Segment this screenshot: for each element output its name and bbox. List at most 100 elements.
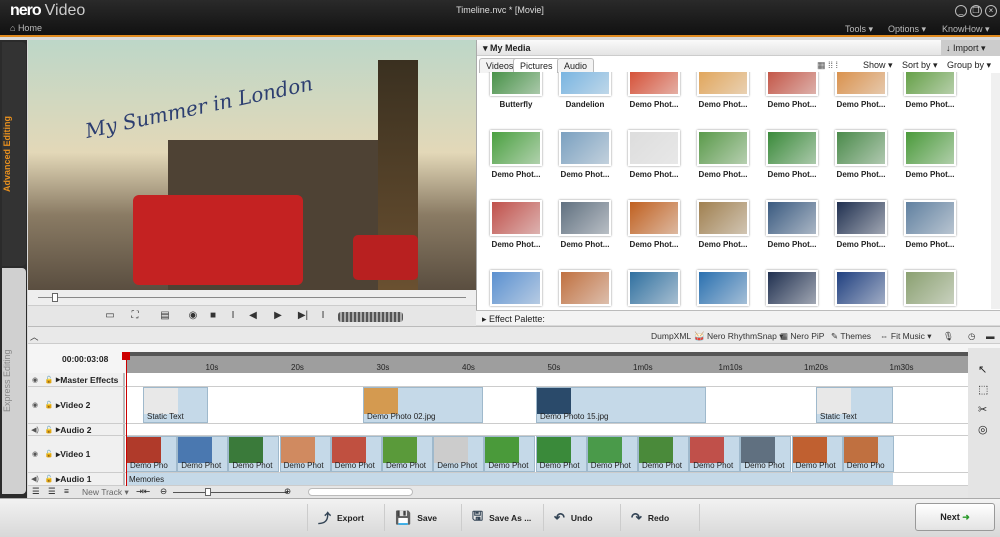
lock-icon[interactable]: 🔓 <box>42 401 56 409</box>
video-clip[interactable]: Demo Phot <box>740 436 791 472</box>
play-icon[interactable]: ▶ <box>271 310 285 324</box>
media-item[interactable]: Demo Phot... <box>551 200 619 270</box>
import-button[interactable]: ↓ Import ▾ <box>941 40 1000 56</box>
effect-palette-bar[interactable]: ▸ Effect Palette: <box>476 310 1000 325</box>
media-item[interactable]: Butterfly <box>482 72 550 130</box>
speaker-icon[interactable]: ◀) <box>28 426 42 434</box>
next-button[interactable]: Next ➜ <box>915 503 995 531</box>
video-clip[interactable]: Demo Photo 02.jpg <box>363 387 483 423</box>
dumpxml-button[interactable]: DumpXML <box>651 331 691 341</box>
mark-in-icon[interactable]: I <box>226 310 240 324</box>
close-icon[interactable]: × <box>985 5 997 17</box>
video-clip[interactable]: Demo Phot <box>280 436 331 472</box>
zoom-out-icon[interactable]: ⊖ <box>160 486 167 497</box>
playhead[interactable] <box>126 352 127 497</box>
tab-audio[interactable]: Audio <box>557 58 594 73</box>
video-clip[interactable]: Demo Phot <box>382 436 433 472</box>
microphone-icon[interactable]: 🎙 <box>943 331 954 342</box>
media-scrollbar[interactable] <box>991 73 1000 309</box>
video-clip[interactable]: Demo Phot <box>587 436 638 472</box>
next-frame-icon[interactable]: ▶| <box>296 310 310 324</box>
prev-frame-icon[interactable]: ◀ <box>246 310 260 324</box>
video-clip[interactable]: Demo Phot <box>792 436 843 472</box>
display-mode-icon[interactable]: ▭ <box>103 310 117 324</box>
zoom-slider[interactable] <box>173 492 288 493</box>
speaker-icon[interactable]: ◀) <box>28 475 42 483</box>
audio-clip[interactable]: Memories <box>126 473 893 485</box>
media-item[interactable]: Demo Phot... <box>482 200 550 270</box>
stop-icon[interactable]: ■ <box>206 310 220 324</box>
lock-icon[interactable]: 🔓 <box>42 376 56 384</box>
rhythmsnap-button[interactable]: 🥁 Nero RhythmSnap ▾ <box>694 331 784 342</box>
menu-tools[interactable]: Tools ▾ <box>845 24 873 35</box>
menu-options[interactable]: Options ▾ <box>888 24 926 35</box>
magnet-icon[interactable]: ◎ <box>978 423 988 436</box>
video-clip[interactable]: Demo Phot <box>331 436 382 472</box>
video-clip[interactable]: Demo Phot <box>228 436 279 472</box>
video-clip[interactable]: Demo Pho <box>843 436 894 472</box>
marquee-tool-icon[interactable]: ⬚ <box>978 383 988 396</box>
save-button[interactable]: 💾Save <box>384 504 461 531</box>
media-item[interactable]: Demo Phot... <box>758 72 826 130</box>
lock-icon[interactable]: 🔓 <box>42 426 56 434</box>
zoom-in-icon[interactable]: ⊕ <box>284 486 291 497</box>
media-item[interactable]: Demo Phot... <box>689 72 757 130</box>
preview-scrubber[interactable] <box>28 290 476 305</box>
video-clip[interactable]: Demo Phot <box>433 436 484 472</box>
redo-button[interactable]: ↷Redo <box>620 504 700 531</box>
tab-pictures[interactable]: Pictures <box>513 58 560 73</box>
jog-wheel[interactable] <box>338 312 403 322</box>
group-by-dropdown[interactable]: Group by ▾ <box>947 60 991 71</box>
minimize-icon[interactable]: _ <box>955 5 967 17</box>
scissors-icon[interactable]: ✂ <box>978 403 987 416</box>
media-item[interactable] <box>827 270 895 308</box>
timeline-scrollbar[interactable] <box>308 488 413 496</box>
track-size-small-icon[interactable]: ≡ <box>64 486 69 496</box>
show-dropdown[interactable]: Show ▾ <box>863 60 893 71</box>
media-item[interactable]: Demo Phot... <box>896 130 964 200</box>
camera-icon[interactable]: ▬ <box>986 331 995 341</box>
media-item[interactable] <box>551 270 619 308</box>
lock-icon[interactable]: 🔓 <box>42 450 56 458</box>
fit-music-button[interactable]: ⇔ Fit Music ▾ <box>880 331 932 342</box>
fullscreen-icon[interactable]: ⛶ <box>128 310 142 324</box>
menu-knowhow[interactable]: KnowHow ▾ <box>942 24 990 35</box>
media-item[interactable]: Demo Phot... <box>482 130 550 200</box>
video-preview[interactable]: My Summer in London <box>28 40 476 290</box>
media-item[interactable]: Demo Phot... <box>896 72 964 130</box>
snapshot-icon[interactable]: ◉ <box>186 310 200 324</box>
visibility-icon[interactable]: ◉ <box>28 401 42 409</box>
home-link[interactable]: ⌂ Home <box>10 23 42 33</box>
media-item[interactable]: Demo Phot... <box>620 200 688 270</box>
media-item[interactable]: Demo Phot... <box>689 200 757 270</box>
video-clip[interactable]: Demo Phot <box>689 436 740 472</box>
media-item[interactable]: Demo Phot... <box>827 72 895 130</box>
tab-advanced-editing[interactable]: Advanced Editing <box>2 42 26 266</box>
lock-icon[interactable]: 🔓 <box>42 475 56 483</box>
themes-button[interactable]: ✎ Themes <box>831 331 871 342</box>
video-clip[interactable]: Demo Pho <box>126 436 177 472</box>
media-item[interactable] <box>896 270 964 308</box>
track-size-large-icon[interactable]: ☰ <box>32 486 40 497</box>
media-item[interactable]: Demo Phot... <box>758 130 826 200</box>
media-item[interactable]: Demo Phot... <box>758 200 826 270</box>
scrubber-handle[interactable] <box>52 293 58 302</box>
fit-timeline-icon[interactable]: ⇥⇤ <box>136 486 150 497</box>
mark-out-icon[interactable]: I <box>316 310 330 324</box>
video-clip[interactable]: Demo Phot <box>536 436 587 472</box>
save-as-button[interactable]: 🖫Save As ... <box>461 504 543 531</box>
aspect-icon[interactable]: ▤ <box>158 310 172 324</box>
video-clip[interactable]: Demo Phot <box>177 436 228 472</box>
visibility-icon[interactable]: ◉ <box>28 450 42 458</box>
pip-button[interactable]: ▦ Nero PiP <box>780 331 824 342</box>
video-clip[interactable]: Demo Phot <box>484 436 535 472</box>
sort-by-dropdown[interactable]: Sort by ▾ <box>902 60 938 71</box>
media-item[interactable]: Demo Phot... <box>551 130 619 200</box>
media-item[interactable]: Demo Phot... <box>689 130 757 200</box>
visibility-icon[interactable]: ◉ <box>28 376 42 384</box>
video-clip[interactable]: Static Text <box>816 387 893 423</box>
timer-icon[interactable]: ◷ <box>968 331 975 342</box>
view-mode-icons[interactable]: ▦ ⁞⁞ ⁞ <box>817 60 838 71</box>
media-item[interactable] <box>620 270 688 308</box>
media-item[interactable] <box>689 270 757 308</box>
